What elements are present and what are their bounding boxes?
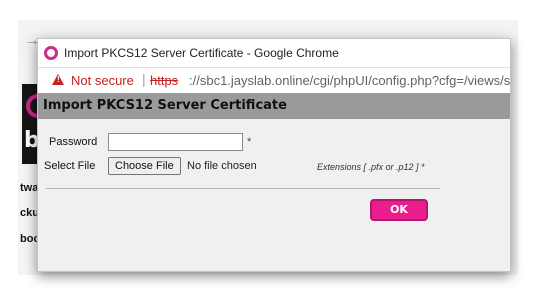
- chrome-icon: [44, 46, 58, 60]
- dialog-title: Import PKCS12 Server Certificate: [43, 98, 287, 113]
- url-text: ://sbc1.jayslab.online/cgi/phpUI/config.…: [189, 73, 510, 88]
- address-separator: |: [142, 71, 146, 87]
- security-status[interactable]: Not secure: [71, 73, 134, 88]
- dialog-header: Import PKCS12 Server Certificate: [38, 93, 510, 119]
- password-label: Password: [49, 136, 98, 148]
- background-side-label[interactable]: twa: [20, 182, 38, 194]
- extensions-note: Extensions [ .pfx or .p12 ] *: [317, 162, 425, 172]
- window-titlebar[interactable]: Import PKCS12 Server Certificate - Googl…: [38, 39, 510, 67]
- password-required-mark: *: [247, 136, 252, 148]
- address-bar[interactable]: ! Not secure | https ://sbc1.jayslab.onl…: [38, 67, 510, 94]
- select-file-label: Select File: [44, 160, 96, 172]
- choose-file-button[interactable]: Choose File: [108, 157, 181, 175]
- window-title: Import PKCS12 Server Certificate - Googl…: [64, 46, 339, 60]
- url-scheme: https: [150, 73, 179, 88]
- file-status-text: No file chosen: [187, 160, 257, 172]
- dialog-divider: [46, 188, 440, 189]
- warning-icon[interactable]: !: [52, 74, 64, 85]
- password-input[interactable]: [108, 133, 243, 151]
- popup-window: Import PKCS12 Server Certificate - Googl…: [37, 38, 511, 272]
- ok-button[interactable]: OK: [370, 199, 428, 221]
